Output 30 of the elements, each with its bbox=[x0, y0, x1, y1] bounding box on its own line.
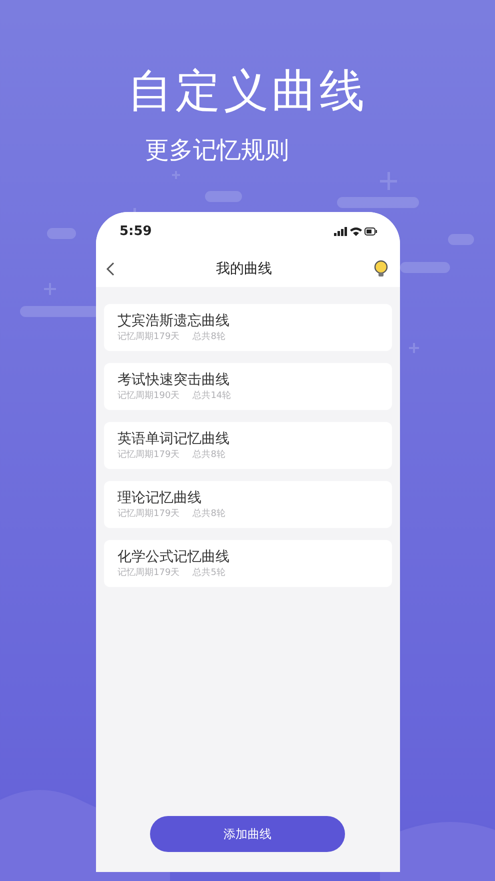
curve-rounds: 总共5轮 bbox=[192, 567, 226, 579]
status-icons bbox=[334, 226, 378, 236]
curve-card[interactable]: 化学公式记忆曲线 记忆周期179天 总共5轮 bbox=[104, 540, 392, 587]
curve-card[interactable]: 英语单词记忆曲线 记忆周期179天 总共8轮 bbox=[104, 422, 392, 469]
curve-period: 记忆周期179天 bbox=[118, 449, 180, 461]
curve-card[interactable]: 考试快速突击曲线 记忆周期190天 总共14轮 bbox=[104, 363, 392, 410]
curve-card[interactable]: 理论记忆曲线 记忆周期179天 总共8轮 bbox=[104, 481, 392, 528]
curve-period: 记忆周期179天 bbox=[118, 331, 180, 343]
curve-rounds: 总共8轮 bbox=[192, 449, 226, 461]
back-button[interactable] bbox=[104, 260, 116, 278]
curve-name: 考试快速突击曲线 bbox=[118, 371, 230, 390]
back-icon bbox=[106, 262, 114, 276]
curve-name: 理论记忆曲线 bbox=[118, 489, 202, 508]
add-curve-button[interactable]: 添加曲线 bbox=[150, 816, 345, 852]
curve-name: 英语单词记忆曲线 bbox=[118, 430, 230, 449]
curve-name: 化学公式记忆曲线 bbox=[118, 548, 230, 567]
status-time: 5:59 bbox=[120, 224, 152, 238]
curve-name: 艾宾浩斯遗忘曲线 bbox=[118, 312, 230, 331]
curve-rounds: 总共8轮 bbox=[192, 331, 226, 343]
curve-rounds: 总共8轮 bbox=[192, 508, 226, 520]
curve-period: 记忆周期190天 bbox=[118, 390, 180, 402]
curve-period: 记忆周期179天 bbox=[118, 567, 180, 579]
curve-period: 记忆周期179天 bbox=[118, 508, 180, 520]
subheadline: 更多记忆规则 bbox=[145, 135, 289, 166]
tips-button[interactable] bbox=[372, 258, 390, 280]
lightbulb-icon bbox=[374, 260, 388, 278]
page-title: 我的曲线 bbox=[216, 260, 272, 278]
curve-rounds: 总共14轮 bbox=[192, 390, 232, 402]
curve-card[interactable]: 艾宾浩斯遗忘曲线 记忆周期179天 总共8轮 bbox=[104, 304, 392, 351]
headline: 自定义曲线 bbox=[128, 63, 368, 119]
